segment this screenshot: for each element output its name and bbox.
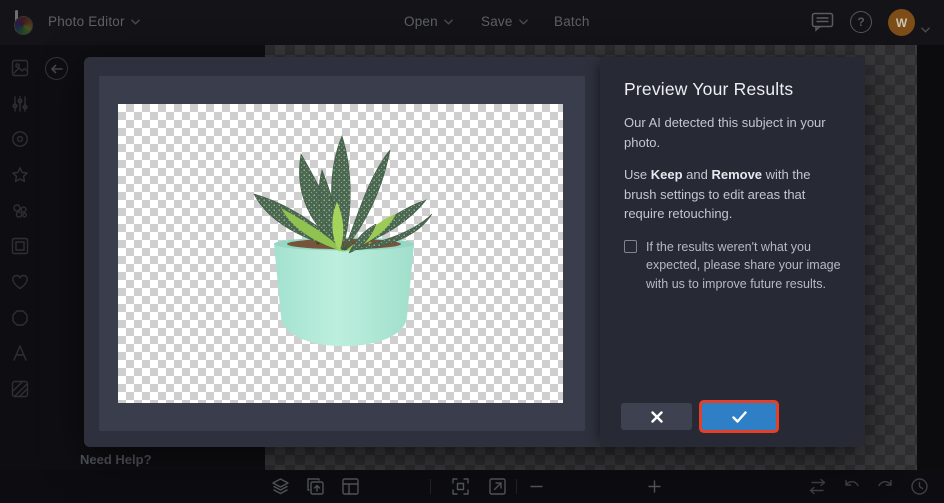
- graphics-heart-icon[interactable]: [11, 273, 29, 291]
- share-image-checkbox[interactable]: [624, 240, 637, 253]
- app-mode-menu[interactable]: Photo Editor: [48, 14, 140, 29]
- zoom-out-icon[interactable]: [527, 477, 546, 496]
- divider: [516, 479, 517, 494]
- fullscreen-icon[interactable]: [488, 477, 507, 496]
- transparency-checkerboard: [118, 104, 563, 403]
- open-menu[interactable]: Open: [404, 14, 453, 29]
- effects-star-icon[interactable]: [11, 166, 29, 184]
- save-menu[interactable]: Save: [481, 14, 528, 29]
- chat-icon[interactable]: [811, 12, 834, 37]
- avatar[interactable]: W: [888, 9, 915, 36]
- undo-icon[interactable]: [842, 477, 861, 496]
- confirm-button[interactable]: [702, 403, 776, 430]
- chevron-down-icon: [131, 19, 140, 25]
- layers-icon[interactable]: [271, 477, 290, 496]
- image-icon[interactable]: [11, 59, 29, 77]
- divider: [430, 479, 431, 494]
- befunky-logo-icon[interactable]: [10, 7, 40, 37]
- modal-right-panel: Preview Your Results Our AI detected thi…: [600, 57, 865, 447]
- modal-title: Preview Your Results: [624, 79, 843, 100]
- frame-icon[interactable]: [11, 237, 29, 255]
- need-help-label: Need Help?: [80, 452, 152, 467]
- history-icon[interactable]: [910, 477, 929, 496]
- zoom-in-icon[interactable]: [645, 477, 664, 496]
- panel-icon[interactable]: [341, 477, 360, 496]
- duplicate-icon[interactable]: [306, 477, 325, 496]
- share-image-checkbox-label: If the results weren't what you expected…: [646, 238, 843, 294]
- modal-actions: [621, 403, 776, 430]
- chevron-down-icon: [519, 19, 528, 25]
- text-icon[interactable]: [11, 344, 29, 362]
- x-icon: [651, 411, 663, 423]
- check-icon: [732, 411, 747, 423]
- top-bar: Photo Editor Open Save Batch ? W: [0, 0, 944, 45]
- compare-icon[interactable]: [808, 477, 827, 496]
- modal-paragraph-1: Our AI detected this subject in your pho…: [624, 113, 843, 152]
- status-bar: 19 %: [0, 470, 944, 503]
- help-icon[interactable]: ?: [850, 11, 872, 33]
- fit-screen-icon[interactable]: [451, 477, 470, 496]
- back-button[interactable]: [45, 57, 68, 80]
- chevron-down-icon: [444, 19, 453, 25]
- texture-icon[interactable]: [11, 380, 29, 398]
- share-image-checkbox-row: If the results weren't what you expected…: [624, 238, 843, 294]
- preview-results-modal: Preview Your Results Our AI detected thi…: [84, 57, 865, 447]
- app-mode-label: Photo Editor: [48, 14, 125, 29]
- image-preview-frame: [99, 76, 585, 431]
- redo-icon[interactable]: [876, 477, 895, 496]
- subject-plant-image: [118, 104, 563, 403]
- chevron-down-icon[interactable]: [921, 20, 930, 38]
- adjustments-icon[interactable]: [11, 95, 29, 113]
- tools-sidebar: [0, 45, 40, 503]
- batch-menu[interactable]: Batch: [554, 14, 590, 29]
- shape-octagon-icon[interactable]: [11, 309, 29, 327]
- artsy-icon[interactable]: [11, 202, 29, 220]
- cancel-button[interactable]: [621, 403, 692, 430]
- modal-paragraph-2: Use Keep and Remove with the brush setti…: [624, 165, 843, 224]
- touchup-icon[interactable]: [11, 130, 29, 148]
